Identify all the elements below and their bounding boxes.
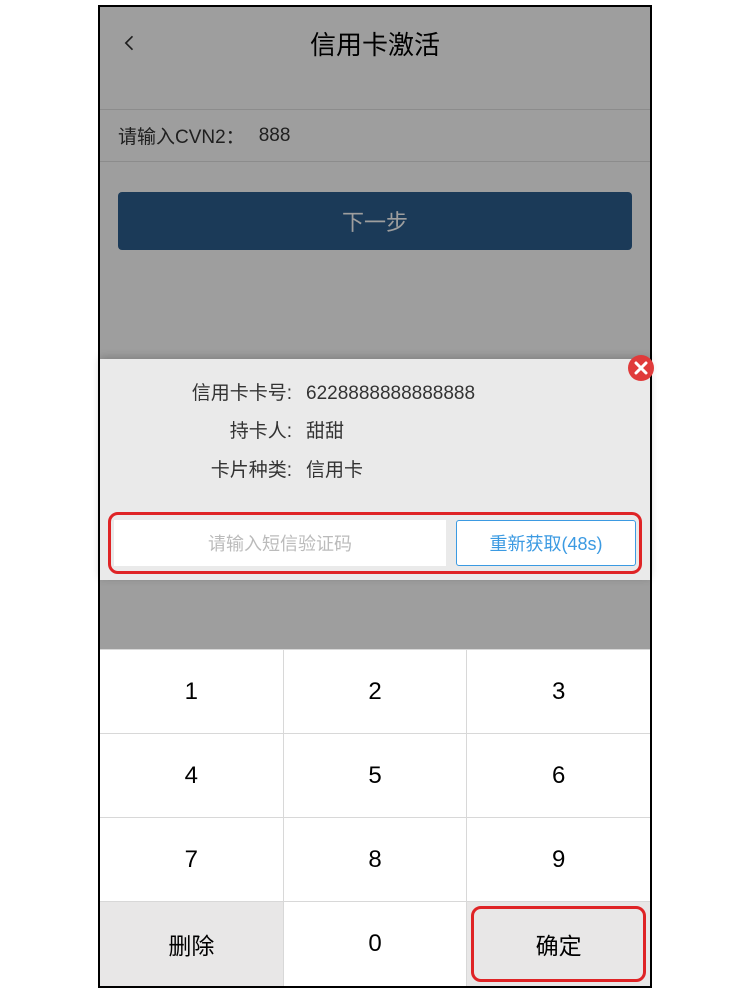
key-2[interactable]: 2 (284, 650, 468, 734)
sms-code-input[interactable]: 请输入短信验证码 (114, 520, 446, 566)
holder-value: 甜甜 (306, 417, 344, 447)
card-number-label: 信用卡卡号: (122, 379, 292, 409)
device-frame: 信用卡激活 请输入CVN2： 888 下一步 信用卡卡号: 6228888888… (98, 5, 652, 988)
card-type-row: 卡片种类: 信用卡 (122, 456, 628, 486)
key-7[interactable]: 7 (100, 818, 284, 902)
key-confirm[interactable]: 确定 (467, 902, 650, 986)
card-type-value: 信用卡 (306, 456, 363, 486)
card-number-row: 信用卡卡号: 6228888888888888 (122, 379, 628, 409)
resend-button[interactable]: 重新获取(48s) (456, 520, 636, 566)
holder-row: 持卡人: 甜甜 (122, 417, 628, 447)
key-confirm-label: 确定 (536, 927, 582, 961)
key-6[interactable]: 6 (467, 734, 650, 818)
key-0[interactable]: 0 (284, 902, 468, 986)
key-1[interactable]: 1 (100, 650, 284, 734)
card-number-value: 6228888888888888 (306, 379, 475, 409)
card-type-label: 卡片种类: (122, 456, 292, 486)
holder-label: 持卡人: (122, 417, 292, 447)
numeric-keypad: 1 2 3 4 5 6 7 8 9 删除 0 确定 (100, 649, 650, 986)
sms-row: 请输入短信验证码 重新获取(48s) (100, 506, 650, 580)
key-4[interactable]: 4 (100, 734, 284, 818)
card-info: 信用卡卡号: 6228888888888888 持卡人: 甜甜 卡片种类: 信用… (100, 359, 650, 506)
key-3[interactable]: 3 (467, 650, 650, 734)
key-5[interactable]: 5 (284, 734, 468, 818)
key-8[interactable]: 8 (284, 818, 468, 902)
key-9[interactable]: 9 (467, 818, 650, 902)
verification-modal: 信用卡卡号: 6228888888888888 持卡人: 甜甜 卡片种类: 信用… (100, 359, 650, 580)
close-icon[interactable] (626, 353, 656, 383)
key-delete[interactable]: 删除 (100, 902, 284, 986)
